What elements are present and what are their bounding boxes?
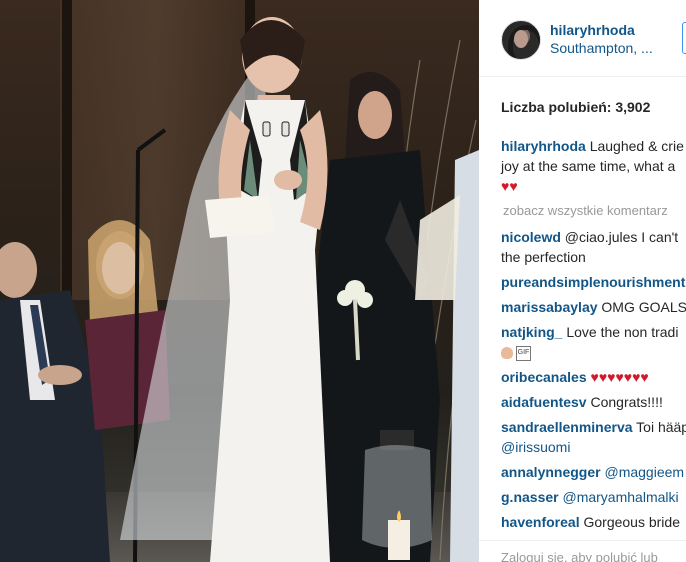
- list-item: aidafuentesv Congrats!!!!: [501, 392, 686, 412]
- guest-face-left: [0, 242, 37, 298]
- comment-username[interactable]: sandraellenminerva: [501, 419, 633, 435]
- likes-count[interactable]: Liczba polubień: 3,902: [501, 99, 650, 115]
- list-item: g.nasser @maryamhalmalki: [501, 487, 686, 507]
- caption: hilaryhrhoda Laughed & crie joy at the s…: [501, 136, 686, 196]
- comment-username[interactable]: nicolewd: [501, 229, 561, 245]
- comment-text: Gorgeous bride: [583, 514, 680, 530]
- gif-icon: GIF: [516, 345, 531, 361]
- likes-number: 3,902: [615, 99, 651, 115]
- comment-text: Toi hääp: [636, 419, 686, 435]
- heart-emoji-icon: ♥♥♥♥♥♥♥: [590, 369, 649, 385]
- list-item: marissabaylay OMG GOALS: [501, 297, 686, 317]
- list-item: natjking_ Love the non tradi GIF: [501, 322, 686, 362]
- login-prompt-link[interactable]: Zaloguj się, aby polubić lub: [501, 550, 658, 562]
- list-item: sandraellenminerva Toi hääp @irissuomi: [501, 417, 686, 457]
- comment-username[interactable]: g.nasser: [501, 489, 559, 505]
- comment-text: Love the non tradi: [566, 324, 679, 340]
- comment-text: @ciao.jules I can't: [564, 229, 679, 245]
- comment-username[interactable]: natjking_: [501, 324, 562, 340]
- avatar[interactable]: [501, 20, 541, 60]
- comment-text: OMG GOALS: [601, 299, 686, 315]
- comment-username[interactable]: havenforeal: [501, 514, 580, 530]
- username-link[interactable]: hilaryhrhoda: [550, 22, 635, 38]
- wedding-scene-illustration: [0, 17, 479, 562]
- comment-list: hilaryhrhoda Laughed & crie joy at the s…: [501, 136, 686, 537]
- caption-text-2: joy at the same time, what a: [501, 158, 676, 174]
- comment-username[interactable]: oribecanales: [501, 369, 587, 385]
- hand-emoji-icon: [501, 347, 513, 360]
- list-item: pureandsimplenourishment: [501, 272, 686, 292]
- mention-link[interactable]: @maryamhalmalki: [562, 489, 678, 505]
- heart-emoji-icon: ♥♥: [501, 178, 518, 194]
- caption-username[interactable]: hilaryhrhoda: [501, 138, 586, 154]
- list-item: havenforeal Gorgeous bride: [501, 512, 686, 532]
- comment-username[interactable]: marissabaylay: [501, 299, 598, 315]
- comment-text: Congrats!!!!: [590, 394, 663, 410]
- comment-username[interactable]: annalynnegger: [501, 464, 601, 480]
- post-footer: Zaloguj się, aby polubić lub: [479, 540, 686, 562]
- likes-label: Liczba polubień:: [501, 99, 612, 115]
- mention-link[interactable]: @maggieem: [604, 464, 684, 480]
- post-photo[interactable]: [0, 0, 479, 562]
- list-item: oribecanales ♥♥♥♥♥♥♥: [501, 367, 686, 387]
- post-header: hilaryhrhoda Southampton, ...: [479, 0, 686, 77]
- list-item: annalynnegger @maggieem: [501, 462, 686, 482]
- mention-link[interactable]: @irissuomi: [501, 439, 570, 455]
- list-item: nicolewd @ciao.jules I can't the perfect…: [501, 227, 686, 267]
- location-link[interactable]: Southampton, ...: [550, 40, 653, 56]
- view-all-comments-link[interactable]: zobacz wszystkie komentarz: [503, 201, 686, 221]
- post-sidebar: hilaryhrhoda Southampton, ... Liczba pol…: [479, 0, 686, 562]
- caption-text: Laughed & crie: [589, 138, 684, 154]
- comment-username[interactable]: aidafuentesv: [501, 394, 587, 410]
- follow-button[interactable]: [682, 22, 686, 54]
- comment-text-2: the perfection: [501, 249, 586, 265]
- comment-username[interactable]: pureandsimplenourishment: [501, 274, 685, 290]
- vow-paper: [205, 195, 275, 238]
